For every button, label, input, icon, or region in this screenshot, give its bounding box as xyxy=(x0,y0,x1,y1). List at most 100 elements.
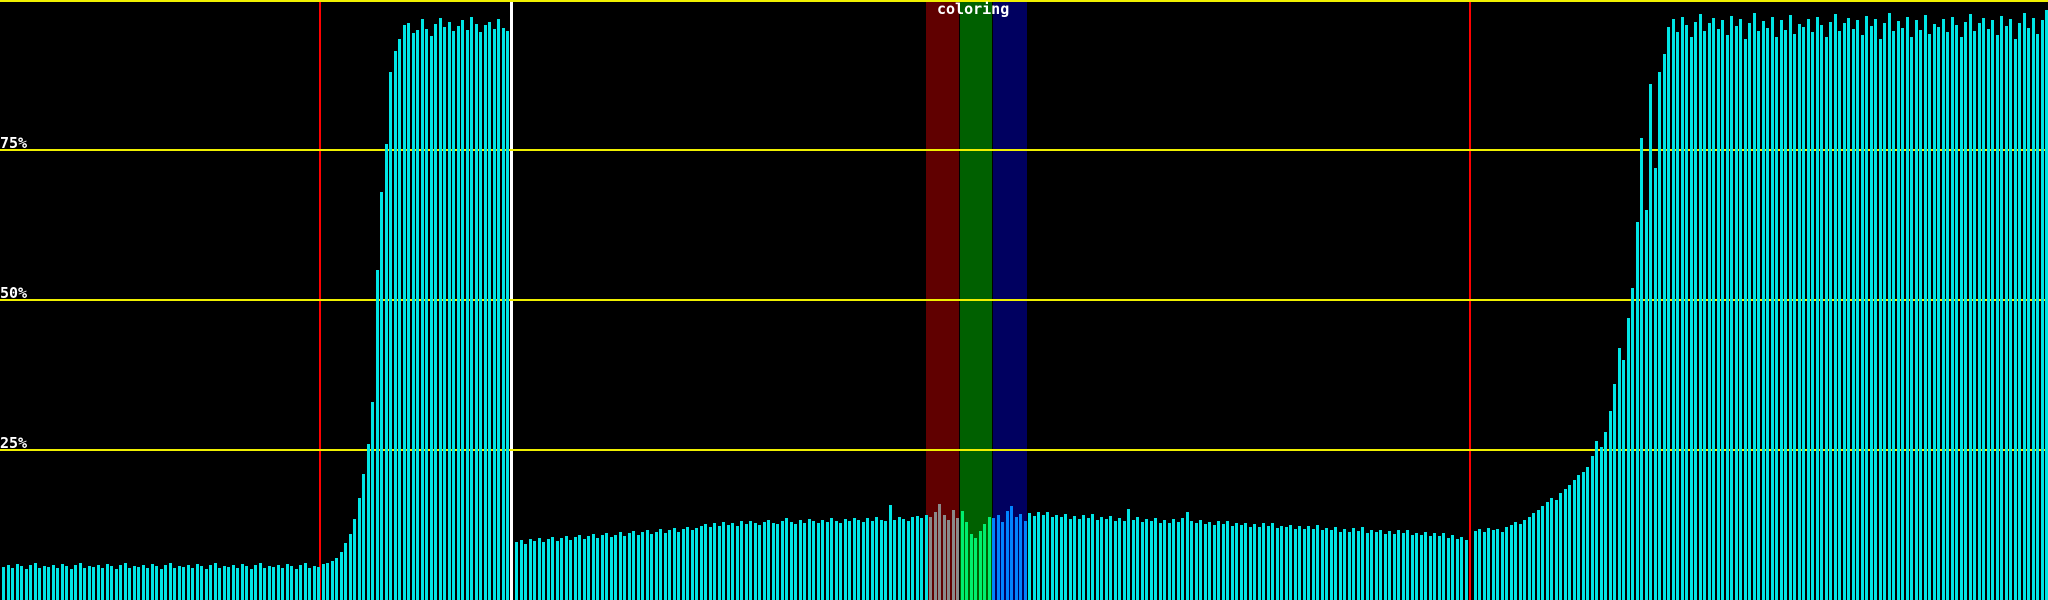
histogram-bar xyxy=(960,511,964,600)
histogram-bar xyxy=(879,519,883,600)
histogram-bar xyxy=(1878,39,1882,600)
histogram-bar xyxy=(1829,21,1832,600)
histogram-bar xyxy=(983,524,986,600)
histogram-bar xyxy=(2022,13,2026,600)
histogram-bar xyxy=(713,523,716,600)
histogram-bar xyxy=(321,564,325,600)
histogram-bar xyxy=(1167,522,1171,600)
histogram-bar xyxy=(1698,14,1702,600)
histogram-bar xyxy=(533,541,536,600)
histogram-canvas: 75% 50% 25% coloring xyxy=(0,0,2048,600)
histogram-bar xyxy=(1559,493,1562,600)
y-tick-label-75: 75% xyxy=(0,134,28,152)
histogram-bar xyxy=(74,564,77,600)
histogram-bar xyxy=(776,524,779,600)
histogram-bar xyxy=(1050,517,1054,600)
histogram-bar xyxy=(1001,522,1004,600)
histogram-bar xyxy=(2004,25,2008,600)
y-tick-label-50: 50% xyxy=(0,284,28,302)
histogram-bar xyxy=(389,72,392,600)
histogram-bar xyxy=(690,530,694,600)
histogram-bar xyxy=(1415,532,1418,600)
histogram-bar xyxy=(2000,15,2003,600)
histogram-bar xyxy=(1100,517,1103,600)
histogram-bar xyxy=(1518,523,1522,600)
histogram-bar xyxy=(600,535,604,600)
histogram-bar xyxy=(785,518,788,600)
histogram-bar xyxy=(708,526,712,600)
histogram-bar xyxy=(650,534,653,600)
histogram-bar xyxy=(1712,18,1715,600)
histogram-bar xyxy=(551,537,554,600)
histogram-bar xyxy=(1212,525,1216,600)
histogram-bar xyxy=(735,525,739,600)
histogram-bar xyxy=(839,522,842,600)
histogram-bar xyxy=(852,517,856,600)
histogram-bar xyxy=(83,567,86,600)
histogram-bar xyxy=(992,518,995,600)
histogram-bar xyxy=(258,563,262,600)
histogram-bar xyxy=(1293,529,1297,600)
histogram-bar xyxy=(1964,21,1967,600)
histogram-bar xyxy=(1842,23,1846,600)
histogram-bar xyxy=(2,567,5,600)
histogram-bar xyxy=(515,542,518,600)
histogram-bar xyxy=(1806,19,1810,600)
histogram-bar xyxy=(1865,15,1868,600)
histogram-bar xyxy=(672,528,676,600)
histogram-bar xyxy=(447,22,451,600)
histogram-bar xyxy=(375,270,379,600)
histogram-bar xyxy=(1914,19,1918,600)
histogram-bar xyxy=(227,567,230,600)
histogram-bar xyxy=(578,534,581,600)
histogram-bar xyxy=(1667,27,1670,600)
histogram-bar xyxy=(380,192,383,600)
histogram-bar xyxy=(1347,531,1351,600)
histogram-bar xyxy=(2018,22,2021,600)
histogram-bar xyxy=(357,498,361,600)
histogram-bar xyxy=(150,564,154,600)
histogram-bar xyxy=(1424,532,1427,600)
histogram-bar xyxy=(38,567,41,600)
histogram-bar xyxy=(20,566,23,600)
histogram-bar xyxy=(582,538,586,600)
histogram-bar xyxy=(1716,28,1720,600)
histogram-bar xyxy=(2013,39,2017,600)
histogram-bar xyxy=(753,523,757,600)
histogram-bar xyxy=(591,534,595,600)
histogram-bar xyxy=(1262,523,1265,600)
histogram-bar xyxy=(1626,318,1630,600)
histogram-bar xyxy=(492,28,496,600)
histogram-bar xyxy=(767,519,770,600)
histogram-bar xyxy=(1509,525,1513,600)
histogram-bar xyxy=(929,517,932,600)
histogram-bar xyxy=(429,36,433,600)
histogram-bar xyxy=(1298,526,1301,600)
histogram-bar xyxy=(1244,522,1247,600)
histogram-bar xyxy=(1748,22,1751,600)
histogram-bar xyxy=(758,525,761,600)
histogram-bar xyxy=(969,534,973,600)
histogram-bar xyxy=(938,504,941,600)
histogram-bar xyxy=(1640,138,1643,600)
histogram-bar xyxy=(173,567,176,600)
histogram-bar xyxy=(1590,456,1594,600)
histogram-bar xyxy=(1113,520,1117,600)
histogram-bar xyxy=(1653,168,1657,600)
histogram-bar xyxy=(722,522,725,600)
histogram-bar xyxy=(42,565,46,600)
histogram-bar xyxy=(1446,538,1450,600)
histogram-bar xyxy=(168,563,172,600)
histogram-bar xyxy=(1203,524,1207,600)
histogram-bar xyxy=(1689,37,1693,600)
histogram-bar xyxy=(1887,13,1891,600)
histogram-bar xyxy=(1910,36,1913,600)
histogram-bar xyxy=(1595,441,1598,600)
histogram-bar xyxy=(231,565,235,600)
histogram-bar xyxy=(1572,480,1576,600)
histogram-bar xyxy=(1968,14,1972,600)
histogram-bar xyxy=(1577,475,1580,600)
histogram-bar xyxy=(1172,519,1175,600)
histogram-bar xyxy=(1118,517,1121,600)
histogram-bar xyxy=(47,567,50,600)
